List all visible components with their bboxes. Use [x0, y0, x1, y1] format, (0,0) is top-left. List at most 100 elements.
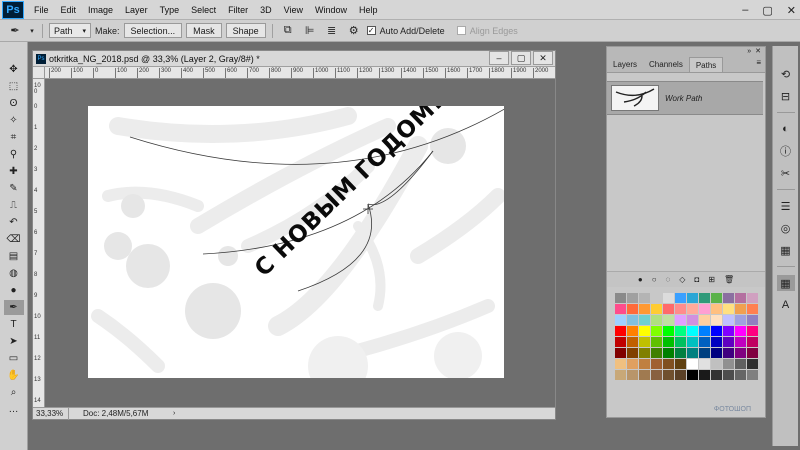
color-swatch[interactable] [698, 326, 710, 336]
color-swatch[interactable] [614, 337, 626, 347]
color-swatch[interactable] [626, 370, 638, 380]
close-button[interactable]: ✕ [787, 4, 796, 17]
brushes-icon[interactable]: ✂ [777, 165, 795, 181]
menu-image[interactable]: Image [82, 0, 119, 20]
color-swatch[interactable] [698, 315, 710, 325]
menu-3d[interactable]: 3D [254, 0, 278, 20]
path-arrangement-icon[interactable]: ≣ [323, 23, 341, 39]
vertical-ruler[interactable]: 100 0 1 2 3 4 5 6 7 8 9 10 11 12 13 14 [33, 79, 45, 407]
color-swatch[interactable] [674, 326, 686, 336]
menu-file[interactable]: File [28, 0, 55, 20]
color-swatch[interactable] [722, 370, 734, 380]
maximize-button[interactable]: ▢ [762, 4, 772, 17]
zoom-level[interactable]: 33,33% [33, 407, 69, 420]
color-swatch[interactable] [710, 304, 722, 314]
color-swatch[interactable] [674, 304, 686, 314]
tab-layers[interactable]: Layers [607, 57, 643, 72]
color-swatch[interactable] [638, 359, 650, 369]
color-swatch[interactable] [626, 293, 638, 303]
document-tab[interactable]: Ps otkritka_NG_2018.psd @ 33,3% (Layer 2… [33, 51, 555, 67]
color-swatch[interactable] [650, 326, 662, 336]
color-swatch[interactable] [710, 348, 722, 358]
color-swatch[interactable] [722, 293, 734, 303]
color-swatch[interactable] [722, 315, 734, 325]
eyedropper-icon[interactable]: ⚲ [4, 147, 24, 162]
path-operations-icon[interactable]: ⧉ [279, 23, 297, 39]
path-row-work-path[interactable]: Work Path [607, 81, 763, 115]
color-swatch[interactable] [698, 348, 710, 358]
color-swatch[interactable] [614, 293, 626, 303]
color-swatch[interactable] [662, 359, 674, 369]
color-swatch[interactable] [698, 370, 710, 380]
horizontal-ruler[interactable]: 200 100 0 100 200 300 400 500 600 700 800 900 1000 11… [45, 67, 555, 79]
collapse-icon[interactable]: » [747, 48, 751, 55]
selection-button[interactable]: Selection... [123, 23, 183, 38]
color-swatch[interactable] [650, 348, 662, 358]
color-swatch[interactable] [638, 326, 650, 336]
color-swatch[interactable] [674, 348, 686, 358]
color-swatch[interactable] [710, 293, 722, 303]
color-swatch[interactable] [746, 337, 758, 347]
pen-tool-preset-icon[interactable]: ✒ [6, 23, 24, 39]
color-swatch[interactable] [626, 315, 638, 325]
color-swatch[interactable] [722, 348, 734, 358]
clone-stamp-icon[interactable]: ⎍ [4, 198, 24, 213]
color-swatch[interactable] [710, 359, 722, 369]
tab-channels[interactable]: Channels [643, 57, 689, 72]
color-swatch[interactable] [710, 326, 722, 336]
more-icon[interactable]: … [4, 402, 24, 417]
color-swatch[interactable] [638, 370, 650, 380]
delete-path-icon[interactable]: 🗑 [724, 275, 734, 284]
color-swatch[interactable] [710, 337, 722, 347]
load-selection-icon[interactable]: ◌ [666, 275, 671, 284]
menu-filter[interactable]: Filter [222, 0, 254, 20]
color-swatch[interactable] [722, 326, 734, 336]
zoom-icon[interactable]: ⌕ [4, 385, 24, 400]
menu-select[interactable]: Select [185, 0, 222, 20]
tools-preset-icon[interactable]: ☰ [777, 198, 795, 214]
color-swatch[interactable] [746, 293, 758, 303]
type-icon[interactable]: T [4, 317, 24, 332]
menu-help[interactable]: Help [353, 0, 384, 20]
fill-path-icon[interactable]: ● [638, 275, 643, 284]
panel-menu-icon[interactable]: ≡ [756, 58, 761, 67]
color-swatch[interactable] [734, 304, 746, 314]
canvas-area[interactable]: С НОВЫМ ГОДОМ! [45, 79, 555, 407]
color-swatch[interactable] [674, 337, 686, 347]
color-swatch[interactable] [626, 337, 638, 347]
color-swatch[interactable] [746, 315, 758, 325]
color-swatch[interactable] [614, 359, 626, 369]
pen-icon[interactable]: ✒ [3, 300, 24, 315]
color-swatch[interactable] [674, 293, 686, 303]
color-swatch[interactable] [734, 359, 746, 369]
color-swatch[interactable] [650, 293, 662, 303]
color-swatch[interactable] [674, 370, 686, 380]
close-panel-icon[interactable]: ✕ [755, 47, 761, 55]
add-mask-icon[interactable]: ◘ [694, 275, 699, 284]
color-swatch[interactable] [698, 293, 710, 303]
color-swatch[interactable] [614, 315, 626, 325]
color-swatch[interactable] [734, 315, 746, 325]
new-path-icon[interactable]: ⊞ [708, 275, 715, 284]
color-swatch[interactable] [626, 359, 638, 369]
color-swatch[interactable] [638, 315, 650, 325]
color-swatch[interactable] [734, 370, 746, 380]
tool-mode-select[interactable]: Path ▾ [49, 23, 92, 38]
ruler-corner[interactable] [33, 67, 45, 79]
color-swatch[interactable] [626, 304, 638, 314]
color-swatch[interactable] [746, 348, 758, 358]
magic-wand-icon[interactable]: ✧ [4, 113, 24, 128]
path-alignment-icon[interactable]: ⊫ [301, 23, 319, 39]
swatches-icon[interactable]: ▦ [776, 275, 795, 291]
color-swatch[interactable] [626, 326, 638, 336]
properties-icon[interactable]: ⊟ [777, 88, 795, 104]
color-swatch[interactable] [734, 348, 746, 358]
color-swatch[interactable] [710, 315, 722, 325]
gear-icon[interactable]: ⚙ [345, 23, 363, 39]
doc-maximize-button[interactable]: ▢ [511, 51, 531, 65]
menu-window[interactable]: Window [309, 0, 353, 20]
color-swatch[interactable] [686, 370, 698, 380]
color-swatch[interactable] [638, 337, 650, 347]
adjustments-icon[interactable]: ◐ [777, 121, 795, 137]
info-icon[interactable]: ⓘ [777, 143, 795, 159]
